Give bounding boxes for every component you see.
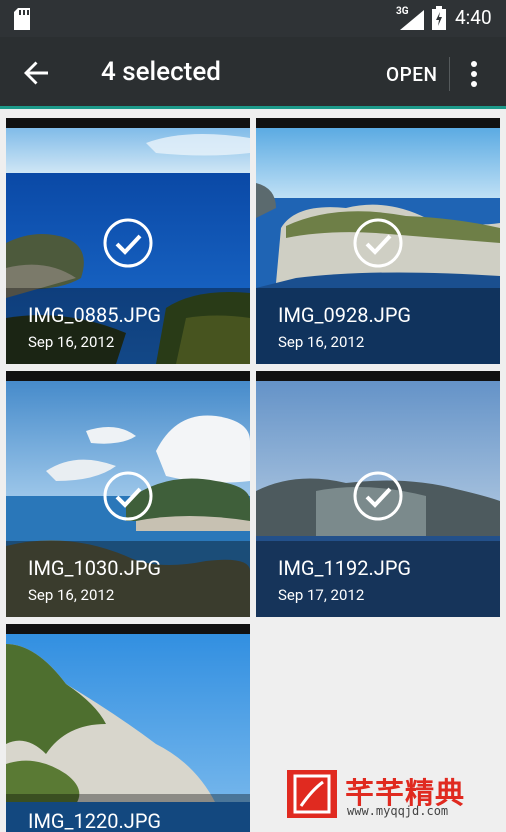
photo-tile[interactable]: IMG_1192.JPG Sep 17, 2012 bbox=[256, 371, 500, 617]
photo-caption: IMG_1030.JPG Sep 16, 2012 bbox=[6, 541, 250, 617]
battery-charging-icon bbox=[432, 6, 446, 30]
photo-caption: IMG_0928.JPG Sep 16, 2012 bbox=[256, 288, 500, 364]
status-bar: 3G 4:40 bbox=[0, 0, 506, 37]
tile-top-strip bbox=[6, 624, 250, 634]
photo-caption: IMG_1220.JPG bbox=[6, 794, 250, 832]
photo-date: Sep 16, 2012 bbox=[28, 333, 115, 351]
photo-caption: IMG_0885.JPG Sep 16, 2012 bbox=[6, 288, 250, 364]
photo-filename: IMG_0928.JPG bbox=[278, 303, 412, 327]
arrow-back-icon[interactable] bbox=[18, 55, 54, 91]
check-circle-icon bbox=[103, 471, 153, 521]
tile-top-strip bbox=[6, 371, 250, 381]
photo-filename: IMG_1192.JPG bbox=[278, 556, 412, 580]
photo-date: Sep 16, 2012 bbox=[28, 586, 115, 604]
photo-date: Sep 17, 2012 bbox=[278, 586, 365, 604]
open-button[interactable]: OPEN bbox=[386, 63, 437, 86]
watermark-logo bbox=[287, 770, 337, 818]
photo-tile[interactable]: IMG_0885.JPG Sep 16, 2012 bbox=[6, 118, 250, 364]
more-vert-icon[interactable] bbox=[462, 57, 486, 91]
signal-indicator: 3G bbox=[396, 6, 426, 30]
check-circle-icon bbox=[353, 218, 403, 268]
photo-grid: IMG_0885.JPG Sep 16, 2012 IMG_0928.JPG S… bbox=[0, 109, 506, 832]
tile-top-strip bbox=[6, 118, 250, 128]
tile-top-strip bbox=[256, 118, 500, 128]
photo-caption: IMG_1192.JPG Sep 17, 2012 bbox=[256, 541, 500, 617]
sd-card-icon bbox=[14, 8, 30, 30]
photo-tile[interactable]: IMG_0928.JPG Sep 16, 2012 bbox=[256, 118, 500, 364]
photo-tile[interactable]: IMG_1220.JPG bbox=[6, 624, 250, 832]
photo-tile[interactable]: IMG_1030.JPG Sep 16, 2012 bbox=[6, 371, 250, 617]
watermark-url: www.myqqjd.com bbox=[347, 804, 449, 818]
action-bar: 4 selected OPEN bbox=[0, 37, 506, 109]
selection-count-title: 4 selected bbox=[101, 57, 221, 87]
watermark: 芊芊精典 www.myqqjd.com bbox=[287, 770, 469, 820]
clock: 4:40 bbox=[455, 6, 492, 29]
tile-top-strip bbox=[256, 371, 500, 381]
check-circle-icon bbox=[103, 218, 153, 268]
action-divider bbox=[449, 57, 450, 91]
cell-signal-icon bbox=[400, 10, 424, 30]
photo-filename: IMG_0885.JPG bbox=[28, 303, 162, 327]
photo-filename: IMG_1030.JPG bbox=[28, 556, 162, 580]
photo-date: Sep 16, 2012 bbox=[278, 333, 365, 351]
photo-filename: IMG_1220.JPG bbox=[28, 809, 162, 832]
check-circle-icon bbox=[353, 471, 403, 521]
